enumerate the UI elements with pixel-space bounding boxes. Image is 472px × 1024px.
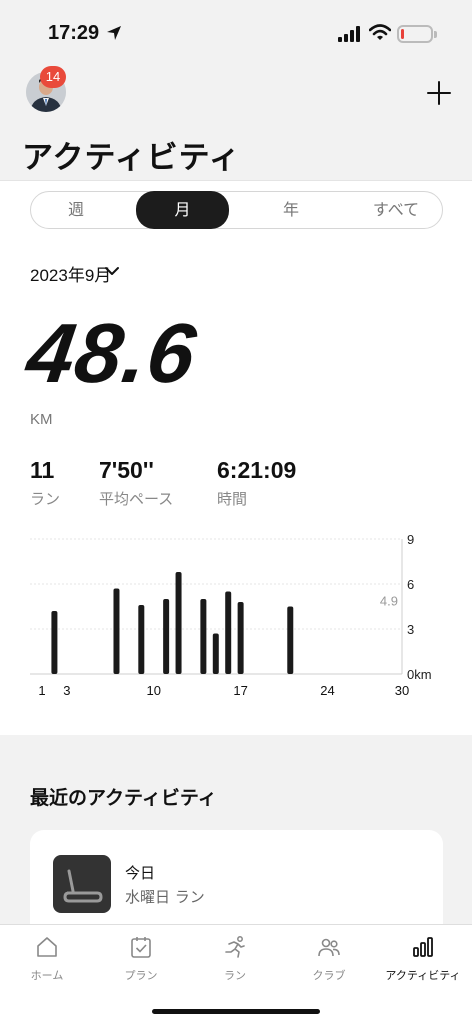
chevron-down-icon[interactable] xyxy=(104,265,120,277)
battery-icon xyxy=(397,25,433,43)
chart-y-tick-label: 6 xyxy=(407,577,414,592)
stat-time: 6:21:09 時間 xyxy=(217,457,296,509)
tab-club-label: クラブ xyxy=(312,969,346,982)
tab-bar: ホーム プラン ラン クラブ アクティビティ xyxy=(0,924,472,1024)
club-icon xyxy=(318,938,340,957)
chart-y-tick-label: 0km xyxy=(407,667,432,682)
chart-x-tick-label: 3 xyxy=(63,683,70,698)
cellular-signal-icon xyxy=(338,26,360,42)
run-icon xyxy=(225,936,245,958)
treadmill-icon xyxy=(63,869,103,903)
chart-bar xyxy=(175,572,182,674)
stat-time-value: 6:21:09 xyxy=(217,457,297,483)
chart-bar xyxy=(287,606,294,674)
stat-avg-pace-value: 7'50'' xyxy=(99,457,154,483)
chart-bar xyxy=(113,588,120,674)
distance-unit: KM xyxy=(30,411,53,428)
tab-plan[interactable]: プラン xyxy=(94,925,188,989)
segment-week[interactable]: 週 xyxy=(31,192,121,228)
total-distance: 48.6 xyxy=(21,306,203,400)
stat-runs-label: ラン xyxy=(30,490,61,508)
stat-time-label: 時間 xyxy=(217,490,248,508)
segment-all[interactable]: すべて xyxy=(351,192,441,228)
plan-icon xyxy=(131,937,151,958)
activity-subtitle: 水曜日 ラン xyxy=(125,888,205,906)
status-bar: 17:29 xyxy=(0,0,472,60)
stat-runs-value: 11 xyxy=(30,457,55,483)
header: 14 アクティビティ xyxy=(0,60,472,180)
recent-activity-section: 最近のアクティビティ 今日 水曜日 ラン xyxy=(0,735,472,940)
treadmill-thumbnail xyxy=(53,855,111,913)
home-icon xyxy=(37,937,57,957)
chart-x-tick-label: 30 xyxy=(395,683,409,698)
chart-x-tick-label: 10 xyxy=(146,683,160,698)
activity-day: 今日 xyxy=(125,864,156,882)
tab-club[interactable]: クラブ xyxy=(282,925,376,989)
stat-runs: 11 ラン xyxy=(30,457,60,509)
tab-home-label: ホーム xyxy=(30,969,64,982)
wifi-icon xyxy=(369,24,391,40)
chart-bar xyxy=(138,605,145,674)
chart-bar xyxy=(51,611,58,674)
chart-bar xyxy=(237,602,244,674)
activity-summary: 週 月 年 すべて 2023年9月 48.6 KM 11 ラン 7'50'' 平… xyxy=(0,180,472,735)
stat-avg-pace-label: 平均ペース xyxy=(99,490,174,508)
monthly-distance-chart: 9 6 3 0km 4.9 1 3 10 17 24 30 xyxy=(30,532,432,698)
status-time: 17:29 xyxy=(48,22,100,44)
battery-cap xyxy=(434,31,437,38)
chart-bar xyxy=(212,633,219,674)
tab-run[interactable]: ラン xyxy=(188,925,282,989)
stat-avg-pace: 7'50'' 平均ペース xyxy=(99,457,173,509)
home-indicator xyxy=(152,1009,320,1014)
page-title: アクティビティ xyxy=(22,140,241,176)
notification-badge: 14 xyxy=(40,66,66,88)
tab-run-label: ラン xyxy=(224,969,246,982)
tab-home[interactable]: ホーム xyxy=(0,925,94,989)
tab-plan-label: プラン xyxy=(124,969,158,982)
chart-bar xyxy=(225,591,232,674)
period-segmented-control: 週 月 年 すべて xyxy=(30,191,443,229)
segment-month[interactable]: 月 xyxy=(136,191,229,229)
battery-level xyxy=(401,29,404,39)
tab-activity[interactable]: アクティビティ xyxy=(376,925,470,989)
add-button[interactable] xyxy=(424,78,454,108)
activity-icon xyxy=(413,937,433,957)
chart-average-label: 4.9 xyxy=(380,594,398,609)
chart-bar xyxy=(163,599,170,674)
chart-x-tick-label: 1 xyxy=(38,683,45,698)
chart-bar xyxy=(200,599,207,674)
tab-activity-label: アクティビティ xyxy=(385,969,461,982)
chart-x-tick-label: 24 xyxy=(320,683,334,698)
chart-x-tick-label: 17 xyxy=(233,683,247,698)
recent-activity-title: 最近のアクティビティ xyxy=(30,787,217,809)
period-selector[interactable]: 2023年9月 xyxy=(30,261,111,286)
chart-y-tick-label: 3 xyxy=(407,622,414,637)
segment-year[interactable]: 年 xyxy=(241,192,341,228)
location-arrow-icon xyxy=(107,26,121,40)
chart-y-tick-label: 9 xyxy=(407,532,414,547)
